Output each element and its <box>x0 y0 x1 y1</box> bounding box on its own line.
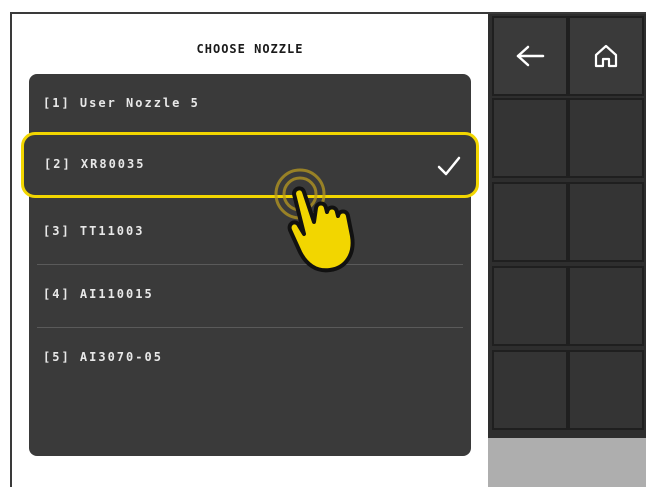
nozzle-selection-screen: CHOOSE NOZZLE [1] User Nozzle 5 [2] XR80… <box>10 12 646 487</box>
nozzle-label: [3] TT11003 <box>43 224 145 238</box>
empty-button-slot <box>568 98 644 178</box>
nozzle-label: [2] XR80035 <box>44 157 146 171</box>
empty-button-slot <box>492 350 568 430</box>
nozzle-label: [1] User Nozzle 5 <box>43 96 200 110</box>
nozzle-label: [4] AI110015 <box>43 287 154 301</box>
empty-button-slot <box>568 182 644 262</box>
checkmark-icon <box>437 156 461 176</box>
arrow-left-icon <box>516 45 545 67</box>
toolbar-footer <box>488 438 646 487</box>
back-button[interactable] <box>492 16 568 96</box>
side-toolbar <box>488 14 646 487</box>
empty-button-slot <box>492 98 568 178</box>
nozzle-list: [1] User Nozzle 5 [2] XR80035 [3] TT1100… <box>21 74 479 456</box>
page-title: CHOOSE NOZZLE <box>196 42 304 56</box>
home-button[interactable] <box>568 16 644 96</box>
tap-hand-icon <box>274 168 355 273</box>
empty-button-slot <box>492 182 568 262</box>
main-panel: CHOOSE NOZZLE [1] User Nozzle 5 [2] XR80… <box>12 14 488 487</box>
list-item-nozzle-2[interactable]: [2] XR80035 <box>21 132 479 198</box>
list-item-nozzle-4[interactable]: [4] AI110015 <box>29 265 471 327</box>
list-item-nozzle-1[interactable]: [1] User Nozzle 5 <box>29 74 471 136</box>
empty-button-slot <box>492 266 568 346</box>
list-item-nozzle-3[interactable]: [3] TT11003 <box>29 202 471 264</box>
empty-button-slot <box>568 266 644 346</box>
empty-button-slot <box>568 350 644 430</box>
nozzle-label: [5] AI3070-05 <box>43 350 163 364</box>
list-item-nozzle-5[interactable]: [5] AI3070-05 <box>29 328 471 390</box>
home-icon <box>594 44 618 68</box>
